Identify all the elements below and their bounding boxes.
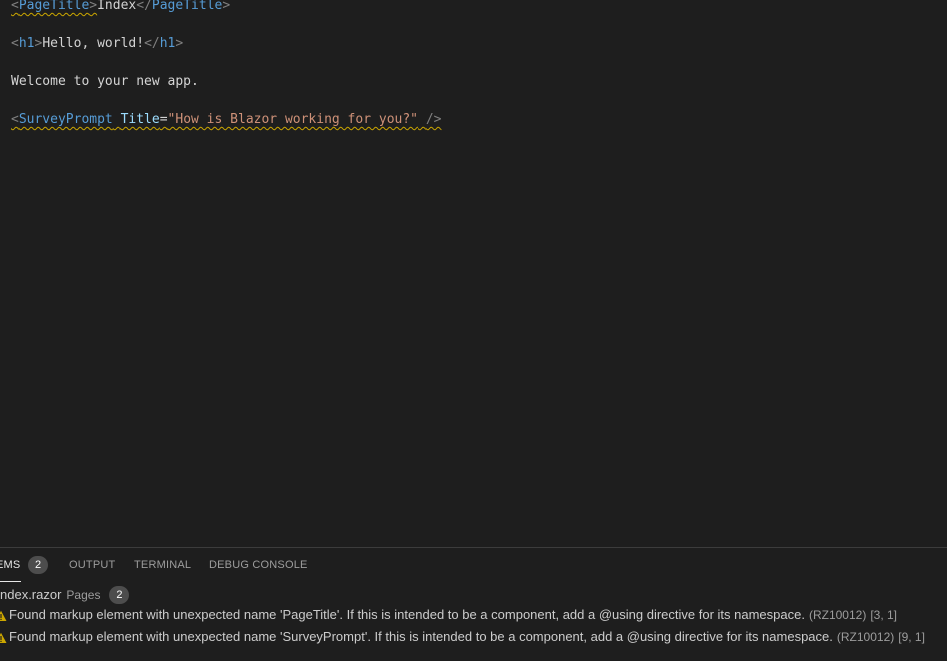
tab-terminal[interactable]: TERMINAL [134,559,191,571]
code-line-survey-prompt: <SurveyPrompt Title="How is Blazor worki… [11,110,441,129]
warning-icon [0,610,7,621]
tab-problems[interactable]: EMS [0,559,20,571]
bottom-panel: EMS 2 OUTPUT TERMINAL DEBUG CONSOLE ndex… [0,547,947,661]
problem-text: Found markup element with unexpected nam… [9,626,925,648]
problems-file-group[interactable]: ndex.razor Pages 2 [0,585,130,605]
panel-tabs: EMS 2 OUTPUT TERMINAL DEBUG CONSOLE [0,548,947,584]
problem-text: Found markup element with unexpected nam… [9,604,897,626]
tab-output[interactable]: OUTPUT [69,559,115,571]
problems-count-badge: 2 [28,556,48,574]
code-line-page-title: <PageTitle>Index</PageTitle> [11,0,231,13]
problem-code: (RZ10012) [808,608,867,622]
file-name: ndex.razor [0,587,62,602]
problem-message: Found markup element with unexpected nam… [9,629,833,644]
page-title-open-tag: <PageTitle> [11,0,98,13]
file-problem-count-badge: 2 [109,586,130,604]
problem-position: [3, 1] [870,608,898,622]
problem-code: (RZ10012) [836,630,895,644]
code-line-h1: <h1>Hello, world!</h1> [11,36,184,51]
code-editor[interactable]: <PageTitle>Index</PageTitle> <h1>Hello, … [0,0,947,547]
problem-position: [9, 1] [898,630,925,644]
tab-debug-console[interactable]: DEBUG CONSOLE [209,559,308,571]
code-line-welcome: Welcome to your new app. [11,74,199,89]
active-tab-indicator [0,581,21,582]
problem-message: Found markup element with unexpected nam… [9,607,805,622]
file-folder: Pages [66,588,101,602]
survey-prompt-element: <SurveyPrompt Title="How is Blazor worki… [11,112,442,127]
page-title-content: Index [97,0,137,13]
warning-icon [0,632,7,643]
h1-content: Hello, world! [42,36,145,51]
